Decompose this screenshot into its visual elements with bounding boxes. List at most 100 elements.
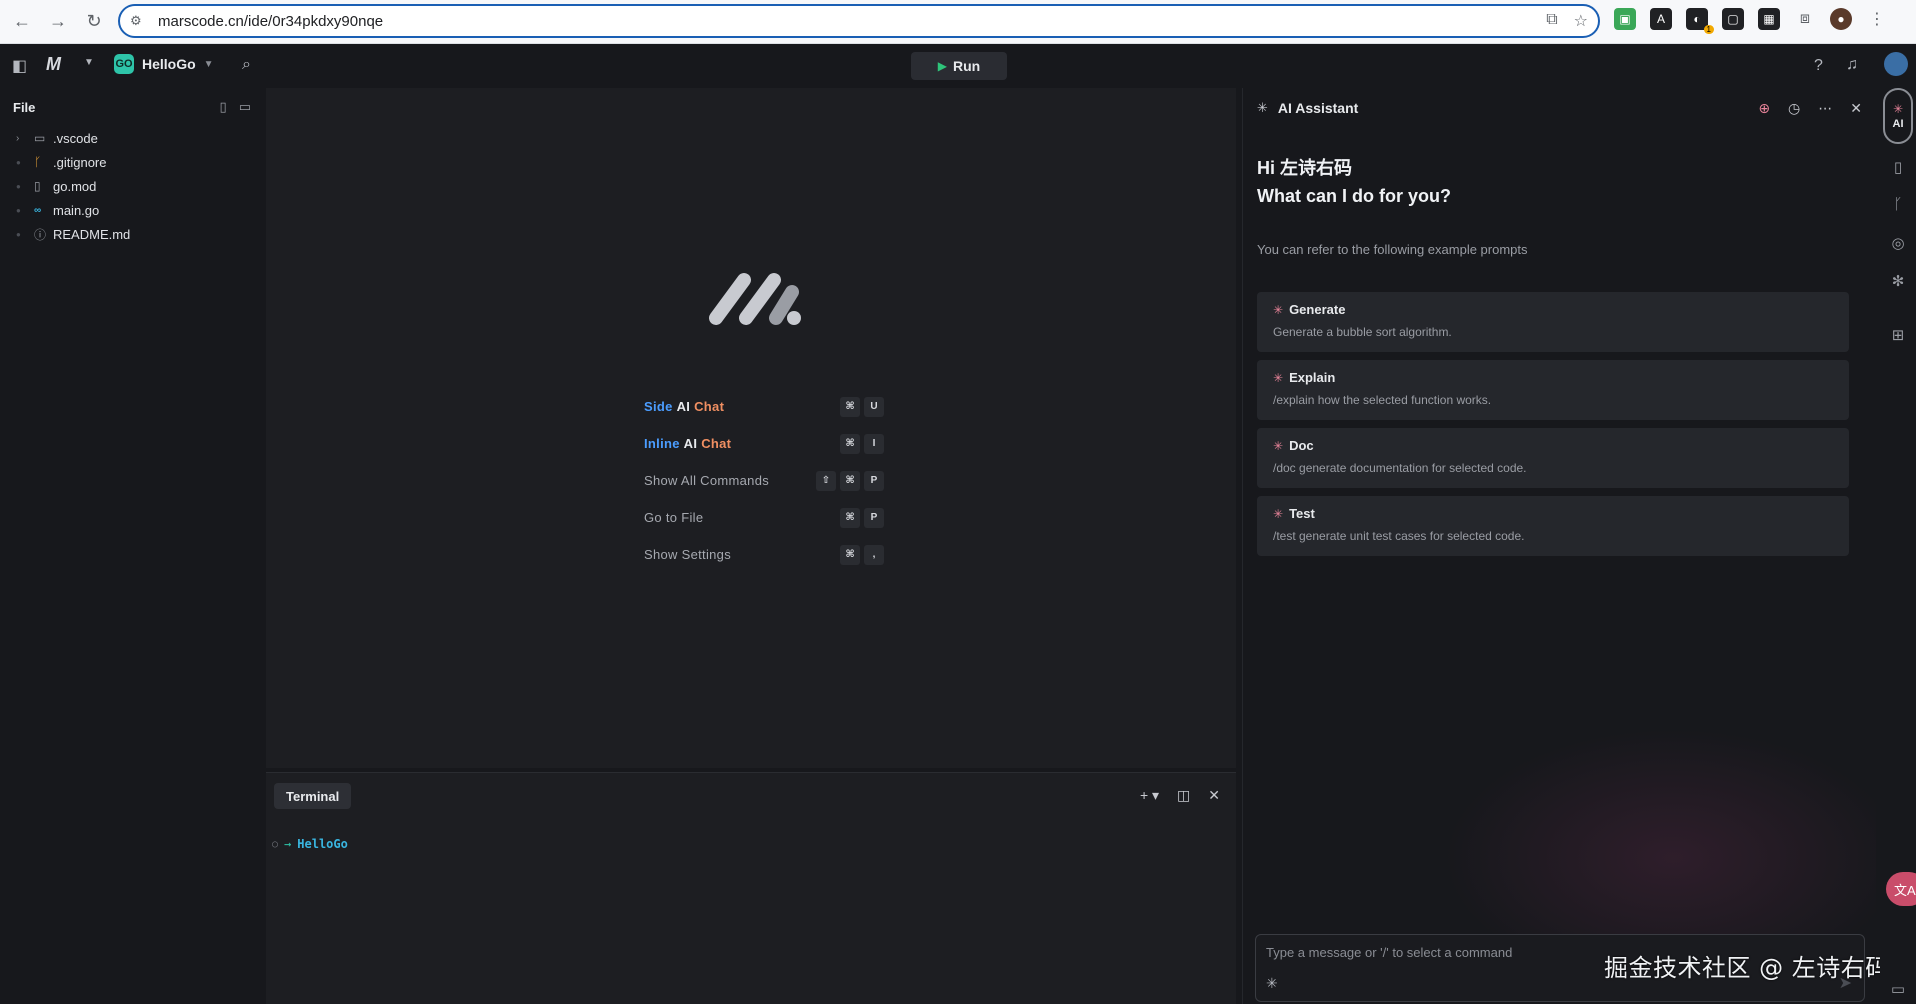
translate-icon[interactable]: 文A <box>1886 872 1916 906</box>
split-terminal-icon[interactable]: ◫ <box>1177 787 1190 804</box>
sparkle-icon: ✳ <box>1273 438 1284 453</box>
shortcut-show-settings[interactable]: Show Settings ⌘ , <box>644 536 884 573</box>
tree-item-vscode[interactable]: › ▭ .vscode <box>0 126 264 150</box>
prompt-card-generate[interactable]: ✳ Generate Generate a bubble sort algorit… <box>1257 292 1849 352</box>
activity-ai-label: AI <box>1892 118 1904 130</box>
tree-item-readme[interactable]: ● ⓘ README.md <box>0 222 264 246</box>
ai-title: AI Assistant <box>1277 100 1359 116</box>
address-bar[interactable]: ⚙ marscode.cn/ide/0r34pkdxy90nqe ⧉ ☆ <box>118 4 1600 38</box>
notification-bell-icon[interactable]: ♫ <box>1846 56 1858 74</box>
forward-icon[interactable]: → <box>40 4 76 40</box>
debug-bug-icon[interactable]: ✻ <box>1880 272 1916 290</box>
extensions-grid-icon[interactable]: ⊞ <box>1880 326 1916 344</box>
editor-area[interactable]: Side AI Chat ⌘ U Inline AI Chat ⌘ I Show… <box>266 88 1236 768</box>
info-icon: ⓘ <box>34 227 47 242</box>
terminal-panel[interactable]: Terminal + ▾ ◫ ✕ ○ → HelloGo <box>266 772 1236 1004</box>
prompt-hint: You can refer to the following example p… <box>1257 242 1528 257</box>
profile-avatar[interactable]: ● <box>1830 8 1852 30</box>
tree-item-gitignore[interactable]: ● ᚴ .gitignore <box>0 150 264 174</box>
marscode-logo-icon[interactable]: M <box>46 54 61 75</box>
site-info-icon[interactable]: ⚙ <box>130 13 158 29</box>
tree-item-label: README.md <box>53 226 131 242</box>
new-file-icon[interactable]: ▯ <box>220 99 227 115</box>
extension-badge-count: 1 <box>1703 25 1714 34</box>
file-search-icon[interactable]: ▯ <box>1880 158 1916 176</box>
shortcut-show-all-commands[interactable]: Show All Commands ⇧ ⌘ P <box>644 462 884 499</box>
extension-badge-icon[interactable]: ◐ 1 <box>1686 8 1714 34</box>
activity-ai-button[interactable]: ✳ AI <box>1883 88 1913 144</box>
chevron-right-icon: › <box>16 132 20 144</box>
close-icon[interactable]: ✕ <box>1208 787 1220 804</box>
user-avatar[interactable] <box>1884 52 1908 76</box>
chevron-down-icon: ▼ <box>203 58 214 70</box>
shortcut-side-ai-chat[interactable]: Side AI Chat ⌘ U <box>644 388 884 425</box>
close-icon[interactable]: ✕ <box>1850 100 1862 117</box>
sparkle-icon: ✳ <box>1273 370 1284 385</box>
arrow-right-icon: → <box>284 837 292 851</box>
tree-item-label: go.mod <box>53 178 97 194</box>
install-app-icon[interactable]: ⧉ <box>1546 11 1557 31</box>
ai-greeting: Hi 左诗右码 What can I do for you? <box>1257 154 1451 210</box>
tree-item-maingo[interactable]: ● ∞ main.go <box>0 198 264 222</box>
panel-toggle-icon[interactable]: ▭ <box>1880 980 1916 998</box>
sparkle-icon: ✳ <box>1273 302 1284 317</box>
extension-grid-icon[interactable]: ▦ <box>1758 8 1780 30</box>
sparkle-icon[interactable]: ✳ <box>1266 975 1278 992</box>
sparkle-icon: ✳ <box>1273 506 1284 521</box>
prompt-title: Doc <box>1289 438 1314 453</box>
history-icon[interactable]: ◷ <box>1788 100 1800 117</box>
ide-top-bar: ◧ M ▼ GO HelloGo ▼ ⌕ ▶ Run ? ♫ <box>0 44 1916 88</box>
back-icon[interactable]: ← <box>4 4 40 40</box>
prompt-title: Generate <box>1289 302 1346 317</box>
extension-green-icon[interactable]: ▣ <box>1614 8 1636 30</box>
toggle-sidebar-icon[interactable]: ◧ <box>12 56 27 76</box>
extensions-puzzle-icon[interactable]: ⧈ <box>1794 8 1816 30</box>
key: P <box>864 507 884 528</box>
extension-a-icon[interactable]: A <box>1650 8 1672 30</box>
bookmark-star-icon[interactable]: ☆ <box>1574 11 1588 31</box>
marscode-watermark-logo <box>709 273 801 325</box>
extension-square-icon[interactable]: ▢ <box>1722 8 1744 30</box>
greeting-line-1: Hi 左诗右码 <box>1257 158 1353 178</box>
help-icon[interactable]: ? <box>1814 57 1823 75</box>
play-icon: ▶ <box>937 59 947 73</box>
reload-icon[interactable]: ↻ <box>76 4 112 40</box>
extensions-area: ▣ A ◐ 1 ▢ ▦ ⧈ ● ⋮ <box>1614 8 1888 34</box>
url-text[interactable]: marscode.cn/ide/0r34pkdxy90nqe <box>158 13 383 30</box>
key: I <box>864 433 884 454</box>
browser-menu-icon[interactable]: ⋮ <box>1866 8 1888 30</box>
run-button[interactable]: ▶ Run <box>911 52 1007 80</box>
new-chat-icon[interactable]: ⊕ <box>1758 100 1770 117</box>
explorer-title: File <box>13 99 36 115</box>
key: , <box>864 544 884 565</box>
search-icon[interactable]: ⌕ <box>242 56 251 74</box>
new-terminal-icon[interactable]: + ▾ <box>1140 787 1159 804</box>
shortcut-go-to-file[interactable]: Go to File ⌘ P <box>644 499 884 536</box>
command-key: ⌘ <box>840 433 860 454</box>
source-control-icon[interactable]: ᚴ <box>1880 196 1916 213</box>
prompt-title: Explain <box>1289 370 1336 385</box>
command-key: ⌘ <box>840 507 860 528</box>
shift-key: ⇧ <box>816 470 836 491</box>
project-selector[interactable]: GO HelloGo ▼ <box>114 54 214 74</box>
shortcut-inline-ai-chat[interactable]: Inline AI Chat ⌘ I <box>644 425 884 462</box>
prompt-card-doc[interactable]: ✳ Doc /doc generate documentation for sel… <box>1257 428 1849 488</box>
new-folder-icon[interactable]: ▭ <box>239 99 251 115</box>
terminal-prompt: ○ → HelloGo <box>272 837 348 851</box>
tree-dot: ● <box>16 181 21 191</box>
folder-icon: ▭ <box>34 131 46 145</box>
key: P <box>864 470 884 491</box>
tab-terminal[interactable]: Terminal <box>274 783 352 809</box>
go-project-icon: GO <box>114 54 134 74</box>
chevron-down-icon[interactable]: ▼ <box>84 57 94 68</box>
more-icon[interactable]: ⋯ <box>1818 100 1832 117</box>
tree-item-gomod[interactable]: ● ▯ go.mod <box>0 174 264 198</box>
prompt-card-explain[interactable]: ✳ Explain /explain how the selected funct… <box>1257 360 1849 420</box>
eye-off-icon[interactable]: ◎ <box>1880 234 1916 252</box>
prompt-card-test[interactable]: ✳ Test /test generate unit test cases for… <box>1257 496 1849 556</box>
command-key: ⌘ <box>840 544 860 565</box>
run-label: Run <box>953 58 981 74</box>
explorer-header: File ▯ ▭ <box>0 88 264 126</box>
file-icon: ▯ <box>34 179 41 193</box>
shortcut-label: Show All Commands <box>644 473 770 488</box>
